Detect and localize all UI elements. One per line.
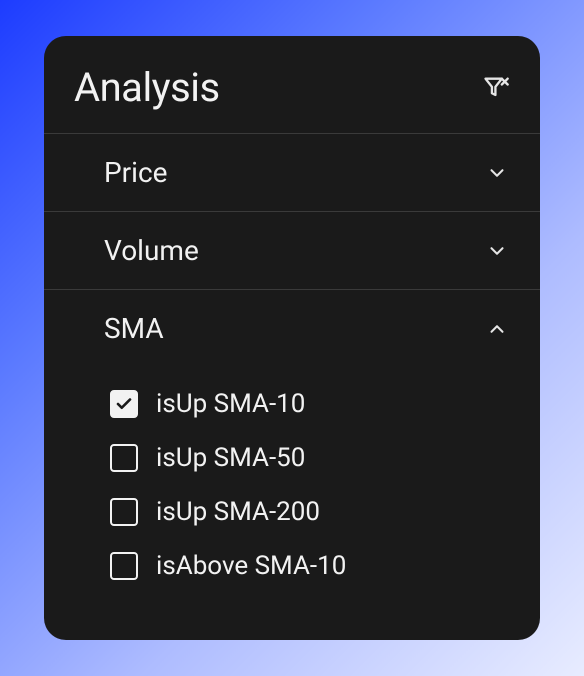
section-header-price[interactable]: Price: [44, 134, 540, 211]
check-label: isUp SMA-10: [156, 389, 305, 419]
check-label: isUp SMA-50: [156, 443, 305, 473]
check-row-isup-sma-10[interactable]: isUp SMA-10: [110, 377, 512, 431]
checkmark-icon: [115, 395, 133, 413]
check-row-isup-sma-50[interactable]: isUp SMA-50: [110, 431, 512, 485]
checkbox[interactable]: [110, 390, 138, 418]
filter-x-icon: [482, 74, 510, 102]
check-row-isabove-sma-10[interactable]: isAbove SMA-10: [110, 539, 512, 593]
chevron-down-icon: [486, 240, 508, 262]
section-sma: SMA isUp SMA-10 isUp SMA-50 isUp S: [44, 289, 540, 605]
section-header-sma[interactable]: SMA: [44, 290, 540, 367]
chevron-up-icon: [486, 318, 508, 340]
panel-header: Analysis: [44, 36, 540, 133]
chevron-down-icon: [486, 162, 508, 184]
check-label: isAbove SMA-10: [156, 551, 346, 581]
section-header-volume[interactable]: Volume: [44, 212, 540, 289]
clear-filters-button[interactable]: [482, 74, 510, 102]
section-volume: Volume: [44, 211, 540, 289]
section-title-sma: SMA: [104, 312, 164, 345]
section-price: Price: [44, 133, 540, 211]
section-title-price: Price: [104, 156, 167, 189]
checkbox[interactable]: [110, 552, 138, 580]
panel-title: Analysis: [74, 64, 220, 111]
section-body-sma: isUp SMA-10 isUp SMA-50 isUp SMA-200 isA…: [44, 367, 540, 605]
section-title-volume: Volume: [104, 234, 199, 267]
check-row-isup-sma-200[interactable]: isUp SMA-200: [110, 485, 512, 539]
check-label: isUp SMA-200: [156, 497, 320, 527]
checkbox[interactable]: [110, 444, 138, 472]
checkbox[interactable]: [110, 498, 138, 526]
analysis-panel: Analysis Price Volume SMA: [44, 36, 540, 640]
